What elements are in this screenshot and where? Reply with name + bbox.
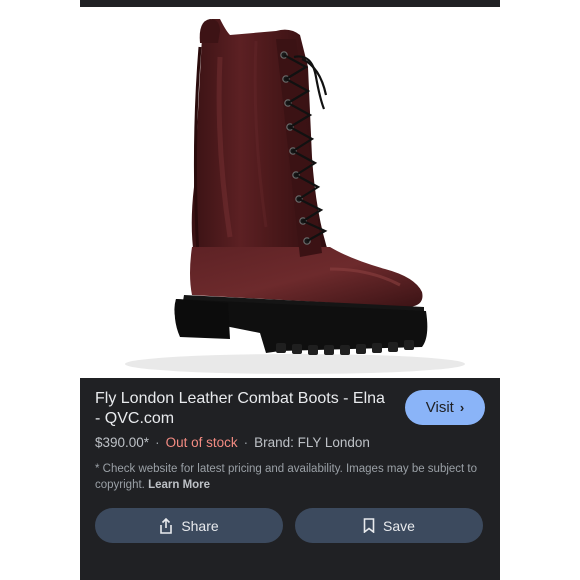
save-button[interactable]: Save <box>295 508 483 543</box>
save-button-label: Save <box>383 517 415 534</box>
separator-dot: · <box>243 435 249 450</box>
bookmark-icon <box>363 518 375 533</box>
product-title[interactable]: Fly London Leather Combat Boots - Elna -… <box>95 389 385 429</box>
boot-illustration <box>125 19 465 374</box>
visit-button[interactable]: Visit › <box>405 390 485 425</box>
page: Fly London Leather Combat Boots - Elna -… <box>0 0 580 580</box>
product-info-panel: Fly London Leather Combat Boots - Elna -… <box>80 378 500 580</box>
share-button[interactable]: Share <box>95 508 283 543</box>
product-meta: $390.00* · Out of stock · Brand: FLY London <box>95 435 370 450</box>
separator-dot: · <box>155 435 160 450</box>
brand: Brand: FLY London <box>254 435 370 450</box>
top-bar <box>80 0 500 7</box>
stock-status: Out of stock <box>165 435 238 450</box>
price: $390.00* <box>95 435 150 450</box>
share-button-label: Share <box>181 517 219 534</box>
share-icon <box>159 517 173 534</box>
visit-button-label: Visit <box>425 399 454 416</box>
learn-more-link[interactable]: Learn More <box>148 479 210 491</box>
disclaimer: * Check website for latest pricing and a… <box>95 461 487 493</box>
product-image[interactable] <box>80 7 500 378</box>
chevron-right-icon: › <box>459 400 465 415</box>
